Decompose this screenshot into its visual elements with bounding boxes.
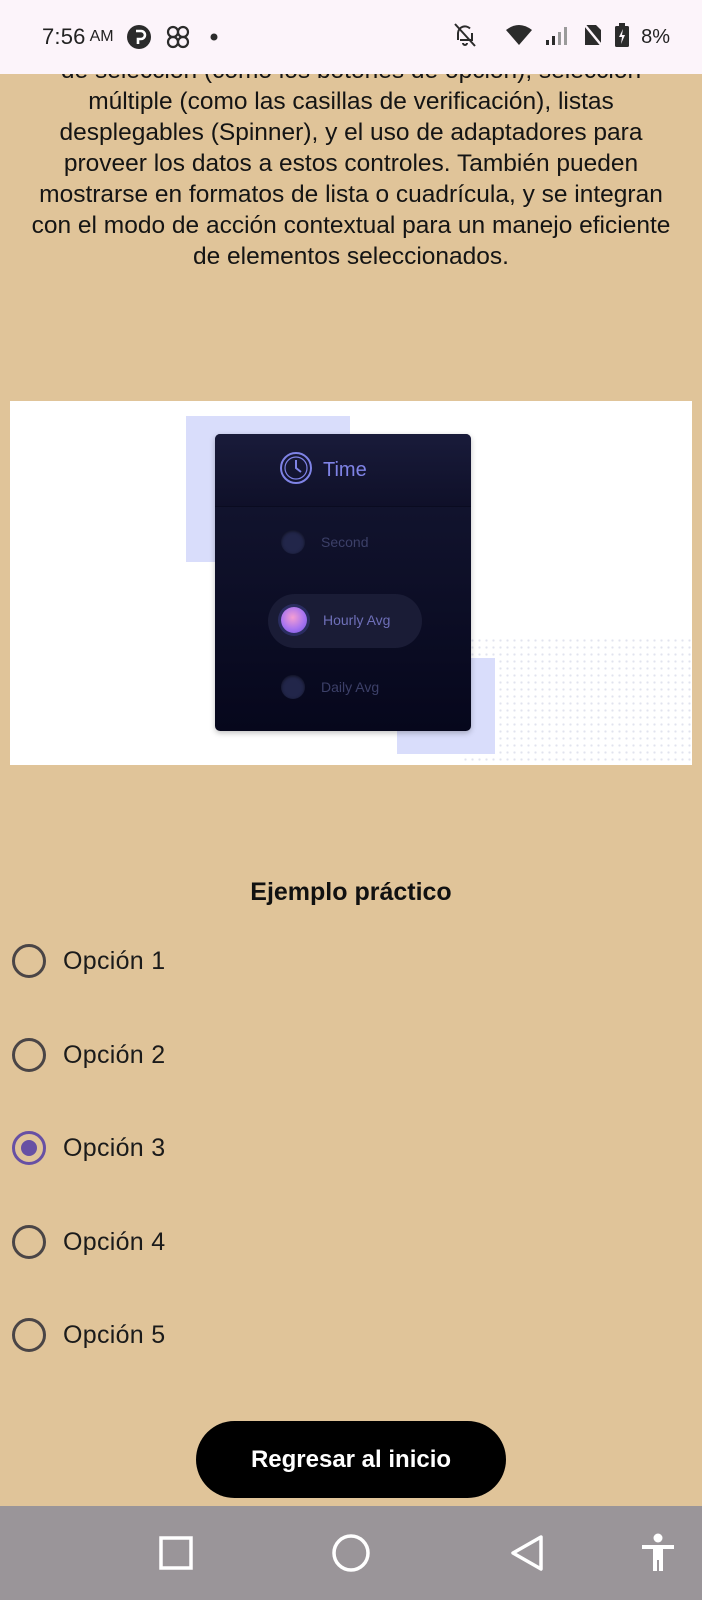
radio-option-5[interactable]: Opción 5 [12, 1311, 165, 1359]
bell-off-icon [453, 22, 477, 53]
accessibility-icon[interactable] [633, 1528, 683, 1578]
radio-option-3[interactable]: Opción 3 [12, 1124, 165, 1172]
section-title: Ejemplo práctico [250, 878, 452, 906]
illustration-option-label: Hourly Avg [323, 612, 391, 628]
radio-button-unchecked[interactable] [12, 1225, 46, 1259]
illustration-dot-pattern [462, 637, 692, 765]
clock-icon [279, 451, 313, 490]
illustration-option-label: Second [321, 534, 369, 550]
description-paragraph: de selección (como los botones de opción… [31, 74, 671, 270]
illustration-card-header: Time [215, 434, 471, 507]
notification-dot-icon [210, 33, 218, 41]
back-to-home-button[interactable]: Regresar al inicio [196, 1421, 506, 1498]
radio-illustration-image: Time Second Hourly Avg Daily Avg [10, 401, 692, 765]
illustration-option-label: Daily Avg [321, 679, 380, 695]
pinterest-icon [126, 24, 152, 50]
illustration-option: Second [281, 530, 368, 554]
no-sim-icon [583, 22, 604, 52]
recents-icon[interactable] [151, 1528, 201, 1578]
radio-option-1[interactable]: Opción 1 [12, 937, 165, 985]
radio-label: Opción 5 [63, 1320, 166, 1349]
back-icon[interactable] [502, 1528, 552, 1578]
illustration-card: Time Second Hourly Avg Daily Avg [215, 434, 471, 731]
signal-icon [545, 24, 571, 51]
illustration-radio-dot [281, 675, 305, 699]
illustration-title: Time [323, 458, 367, 481]
illustration-radio-dot-selected [281, 607, 307, 633]
status-time: 7:56 [42, 24, 86, 49]
radio-option-4[interactable]: Opción 4 [12, 1218, 165, 1266]
description-text: de selección (como los botones de opción… [20, 74, 682, 274]
illustration-option: Daily Avg [281, 675, 379, 699]
radio-button-checked[interactable] [12, 1131, 46, 1165]
battery-charging-icon [615, 22, 630, 52]
navigation-bar [0, 1506, 702, 1600]
battery-percent: 8% [641, 25, 670, 48]
radio-button-unchecked[interactable] [12, 944, 46, 978]
radio-label: Opción 4 [63, 1227, 166, 1256]
radio-label: Opción 2 [63, 1040, 166, 1069]
radio-button-unchecked[interactable] [12, 1318, 46, 1352]
radio-label: Opción 1 [63, 946, 166, 975]
wifi-icon [505, 24, 533, 51]
home-icon[interactable] [326, 1528, 376, 1578]
illustration-radio-dot [281, 530, 305, 554]
radio-option-2[interactable]: Opción 2 [12, 1031, 165, 1079]
illustration-option: Hourly Avg [281, 607, 390, 633]
status-ampm: AM [89, 28, 114, 45]
status-bar: 7:56 AM 8% [0, 0, 702, 74]
radio-button-unchecked[interactable] [12, 1038, 46, 1072]
pinwheel-icon [164, 23, 192, 51]
radio-label: Opción 3 [63, 1133, 166, 1162]
